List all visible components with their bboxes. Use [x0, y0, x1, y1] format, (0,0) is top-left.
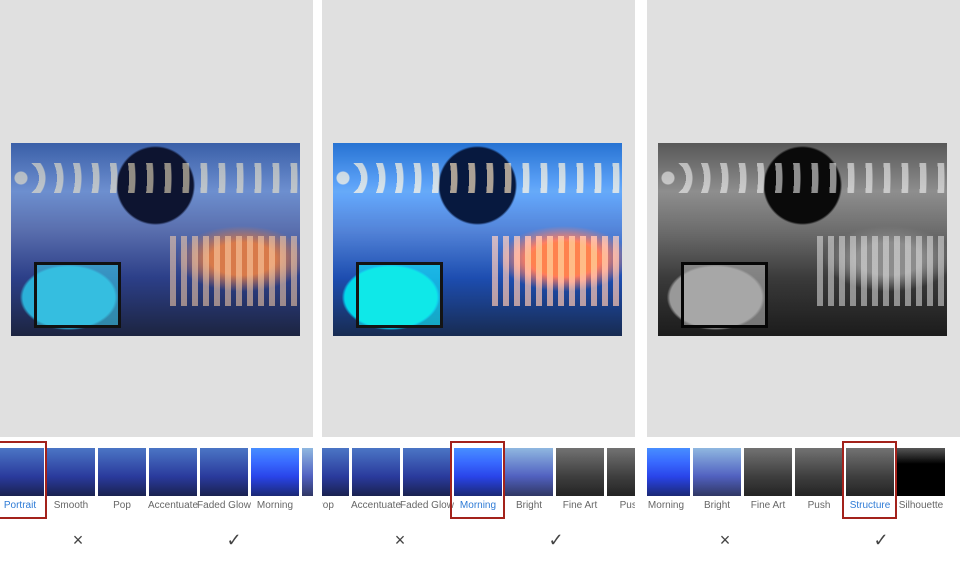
filter-preview	[795, 448, 843, 496]
filter-strip[interactable]: Portrait Smooth Pop Accentuate Faded Glow Mor…	[0, 441, 313, 519]
cancel-button[interactable]: ×	[388, 528, 412, 552]
image-viewer	[647, 0, 960, 437]
filter-preview	[98, 448, 146, 496]
filter-thumb[interactable]: Smooth	[47, 448, 95, 511]
filter-thumb[interactable]: Morning	[647, 448, 690, 511]
filter-preview	[744, 448, 792, 496]
filter-preview	[200, 448, 248, 496]
filter-preview	[47, 448, 95, 496]
filter-preview	[251, 448, 299, 496]
filter-preview	[647, 448, 690, 496]
filter-thumb[interactable]: Portrait	[0, 441, 47, 519]
photo-preview	[333, 143, 622, 336]
filter-thumb[interactable]: Fine Art	[744, 448, 792, 511]
close-icon: ×	[72, 530, 84, 550]
filter-thumb[interactable]: Morning	[450, 441, 505, 519]
filter-thumb[interactable]: Push	[607, 448, 635, 511]
filter-thumb[interactable]: Bright	[693, 448, 741, 511]
filter-preview	[897, 448, 945, 496]
filter-preview	[352, 448, 400, 496]
filter-thumb[interactable]: Faded Glow	[400, 448, 454, 511]
close-icon: ×	[719, 530, 731, 550]
filter-preview	[505, 448, 553, 496]
apply-button[interactable]: ✓	[869, 528, 893, 552]
apply-button[interactable]: ✓	[544, 528, 568, 552]
image-viewer	[0, 0, 313, 437]
filter-strip[interactable]: Morning Bright Fine Art Push Structure Silhou…	[647, 441, 960, 519]
filter-thumb[interactable]: Morning	[251, 448, 299, 511]
apply-button[interactable]: ✓	[222, 528, 246, 552]
editor-panel: Morning Bright Fine Art Push Structure Silhou…	[647, 0, 960, 565]
cancel-button[interactable]: ×	[713, 528, 737, 552]
filter-strip[interactable]: PopAccentuateFaded GlowMorningBrightFine…	[322, 441, 635, 519]
editor-panel: Portrait Smooth Pop Accentuate Faded Glow Mor…	[0, 0, 313, 565]
filter-preview	[556, 448, 604, 496]
filter-preview	[607, 448, 635, 496]
check-icon: ✓	[548, 530, 564, 550]
filter-label: Bright	[292, 500, 314, 511]
filter-thumb[interactable]: Accentuate	[148, 448, 198, 511]
filter-preview	[322, 448, 349, 496]
cancel-button[interactable]: ×	[66, 528, 90, 552]
filter-preview	[149, 448, 197, 496]
filter-thumb[interactable]: Bright	[302, 448, 313, 511]
close-icon: ×	[394, 530, 406, 550]
filter-preview	[693, 448, 741, 496]
photo-preview	[11, 143, 300, 336]
check-icon: ✓	[226, 530, 242, 550]
check-icon: ✓	[873, 530, 889, 550]
filter-thumb[interactable]: Pop	[322, 448, 349, 511]
filter-thumb[interactable]: Fine Art	[556, 448, 604, 511]
editor-panel: PopAccentuateFaded GlowMorningBrightFine…	[322, 0, 635, 565]
filter-thumb[interactable]: Silhouette	[897, 448, 945, 511]
filter-thumb[interactable]: Faded Glow	[197, 448, 251, 511]
image-viewer	[322, 0, 635, 437]
filter-thumb[interactable]: Pop	[98, 448, 146, 511]
filter-label: Push	[619, 500, 635, 511]
filter-thumb[interactable]: Push	[795, 448, 843, 511]
filter-preview	[403, 448, 451, 496]
filter-thumb[interactable]: Accentuate	[351, 448, 401, 511]
photo-preview	[658, 143, 947, 336]
filter-label: Silhouette	[898, 500, 944, 511]
filter-thumb[interactable]: Bright	[505, 448, 553, 511]
filter-preview	[302, 448, 313, 496]
filter-thumb[interactable]: Structure	[842, 441, 897, 519]
